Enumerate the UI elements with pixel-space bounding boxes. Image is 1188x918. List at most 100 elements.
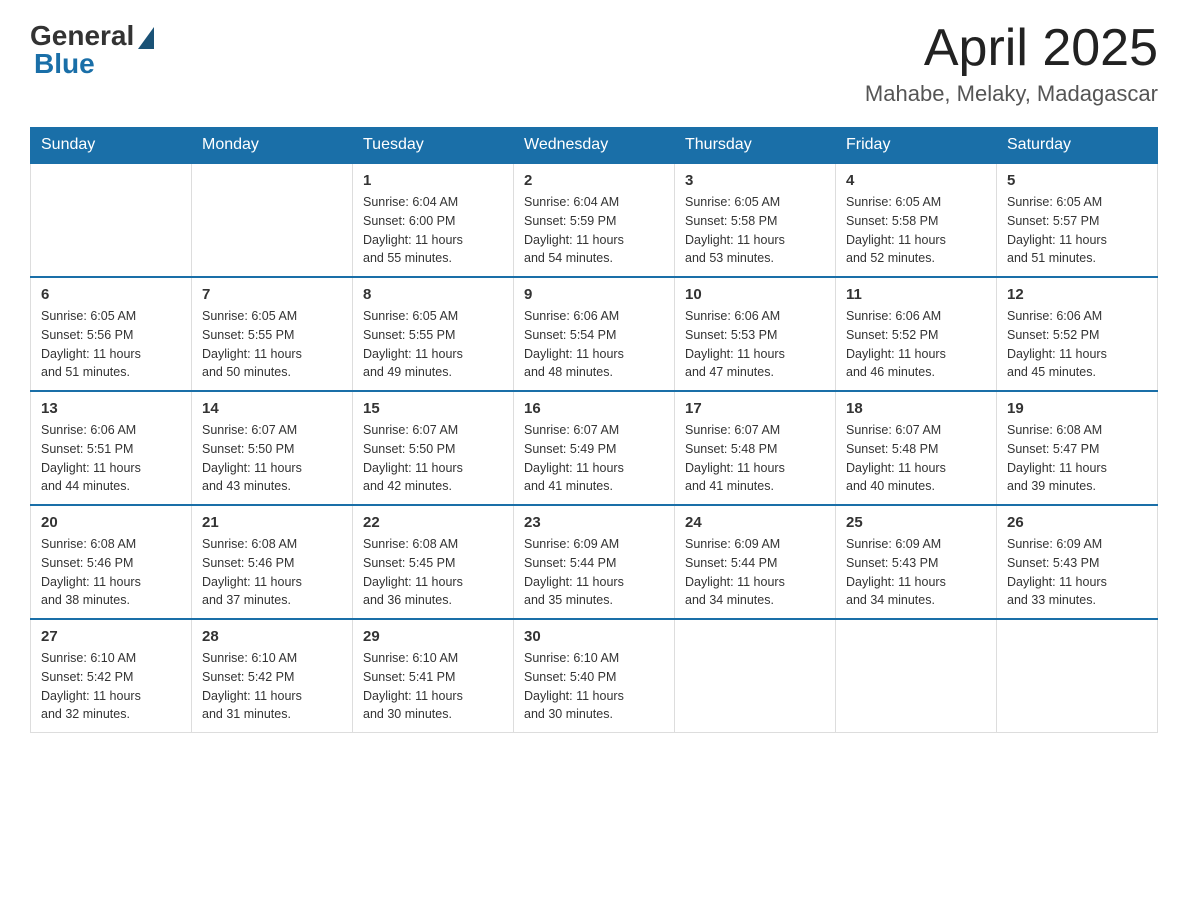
calendar-week-row: 20Sunrise: 6:08 AM Sunset: 5:46 PM Dayli… [31, 505, 1158, 619]
day-number: 22 [363, 514, 503, 531]
calendar-cell: 18Sunrise: 6:07 AM Sunset: 5:48 PM Dayli… [836, 391, 997, 505]
day-info: Sunrise: 6:07 AM Sunset: 5:49 PM Dayligh… [524, 421, 664, 496]
day-info: Sunrise: 6:06 AM Sunset: 5:54 PM Dayligh… [524, 307, 664, 382]
day-number: 26 [1007, 514, 1147, 531]
day-number: 29 [363, 628, 503, 645]
day-info: Sunrise: 6:10 AM Sunset: 5:40 PM Dayligh… [524, 649, 664, 724]
calendar-cell: 19 Sunrise: 6:08 AM Sunset: 5:47 PM Dayli… [997, 391, 1158, 505]
day-info: Sunrise: 6:08 AM Sunset: 5:45 PM Dayligh… [363, 535, 503, 610]
logo-triangle-icon [138, 27, 154, 49]
calendar-cell [675, 619, 836, 733]
calendar-cell: 22 Sunrise: 6:08 AM Sunset: 5:45 PM Dayli… [353, 505, 514, 619]
day-number: 8 [363, 286, 503, 303]
day-number: 14 [202, 400, 342, 417]
calendar-week-row: 27 Sunrise: 6:10 AM Sunset: 5:42 PM Dayli… [31, 619, 1158, 733]
calendar-cell: 3Sunrise: 6:05 AM Sunset: 5:58 PM Daylig… [675, 163, 836, 277]
day-info: Sunrise: 6:08 AM Sunset: 5:46 PM Dayligh… [202, 535, 342, 610]
calendar-week-row: 6 Sunrise: 6:05 AM Sunset: 5:56 PM Daylig… [31, 277, 1158, 391]
day-info: Sunrise: 6:04 AM Sunset: 5:59 PM Dayligh… [524, 193, 664, 268]
day-info: Sunrise: 6:10 AM Sunset: 5:41 PM Dayligh… [363, 649, 503, 724]
day-info: Sunrise: 6:05 AM Sunset: 5:57 PM Dayligh… [1007, 193, 1147, 268]
calendar-week-row: 13 Sunrise: 6:06 AM Sunset: 5:51 PM Dayli… [31, 391, 1158, 505]
day-info: Sunrise: 6:08 AM Sunset: 5:47 PM Dayligh… [1007, 421, 1147, 496]
day-info: Sunrise: 6:05 AM Sunset: 5:56 PM Dayligh… [41, 307, 181, 382]
day-number: 6 [41, 286, 181, 303]
day-info: Sunrise: 6:07 AM Sunset: 5:48 PM Dayligh… [846, 421, 986, 496]
day-number: 19 [1007, 400, 1147, 417]
calendar-cell: 9Sunrise: 6:06 AM Sunset: 5:54 PM Daylig… [514, 277, 675, 391]
day-info: Sunrise: 6:06 AM Sunset: 5:52 PM Dayligh… [1007, 307, 1147, 382]
calendar-cell: 30 Sunrise: 6:10 AM Sunset: 5:40 PM Dayli… [514, 619, 675, 733]
day-info: Sunrise: 6:09 AM Sunset: 5:44 PM Dayligh… [524, 535, 664, 610]
calendar-cell: 28Sunrise: 6:10 AM Sunset: 5:42 PM Dayli… [192, 619, 353, 733]
day-info: Sunrise: 6:08 AM Sunset: 5:46 PM Dayligh… [41, 535, 181, 610]
day-info: Sunrise: 6:05 AM Sunset: 5:55 PM Dayligh… [363, 307, 503, 382]
day-number: 21 [202, 514, 342, 531]
calendar-cell: 4 Sunrise: 6:05 AM Sunset: 5:58 PM Daylig… [836, 163, 997, 277]
title-block: April 2025 Mahabe, Melaky, Madagascar [865, 20, 1158, 107]
calendar-cell: 26 Sunrise: 6:09 AM Sunset: 5:43 PM Dayli… [997, 505, 1158, 619]
logo: General Blue [30, 20, 154, 80]
location-title: Mahabe, Melaky, Madagascar [865, 81, 1158, 107]
day-number: 16 [524, 400, 664, 417]
day-info: Sunrise: 6:09 AM Sunset: 5:44 PM Dayligh… [685, 535, 825, 610]
calendar-cell: 11 Sunrise: 6:06 AM Sunset: 5:52 PM Dayli… [836, 277, 997, 391]
calendar-table: SundayMondayTuesdayWednesdayThursdayFrid… [30, 127, 1158, 733]
calendar-cell [836, 619, 997, 733]
day-number: 27 [41, 628, 181, 645]
calendar-header-friday: Friday [836, 128, 997, 164]
day-number: 28 [202, 628, 342, 645]
day-info: Sunrise: 6:05 AM Sunset: 5:55 PM Dayligh… [202, 307, 342, 382]
day-info: Sunrise: 6:06 AM Sunset: 5:53 PM Dayligh… [685, 307, 825, 382]
calendar-cell: 14Sunrise: 6:07 AM Sunset: 5:50 PM Dayli… [192, 391, 353, 505]
calendar-cell: 7 Sunrise: 6:05 AM Sunset: 5:55 PM Daylig… [192, 277, 353, 391]
day-number: 1 [363, 172, 503, 189]
day-info: Sunrise: 6:07 AM Sunset: 5:50 PM Dayligh… [363, 421, 503, 496]
calendar-cell [997, 619, 1158, 733]
day-number: 3 [685, 172, 825, 189]
calendar-cell: 25Sunrise: 6:09 AM Sunset: 5:43 PM Dayli… [836, 505, 997, 619]
day-number: 13 [41, 400, 181, 417]
calendar-cell [31, 163, 192, 277]
day-info: Sunrise: 6:09 AM Sunset: 5:43 PM Dayligh… [846, 535, 986, 610]
day-info: Sunrise: 6:07 AM Sunset: 5:48 PM Dayligh… [685, 421, 825, 496]
calendar-cell: 12Sunrise: 6:06 AM Sunset: 5:52 PM Dayli… [997, 277, 1158, 391]
day-info: Sunrise: 6:05 AM Sunset: 5:58 PM Dayligh… [846, 193, 986, 268]
calendar-header-wednesday: Wednesday [514, 128, 675, 164]
day-number: 24 [685, 514, 825, 531]
calendar-header-saturday: Saturday [997, 128, 1158, 164]
calendar-cell: 17 Sunrise: 6:07 AM Sunset: 5:48 PM Dayli… [675, 391, 836, 505]
page-header: General Blue April 2025 Mahabe, Melaky, … [30, 20, 1158, 107]
day-number: 11 [846, 286, 986, 303]
day-info: Sunrise: 6:06 AM Sunset: 5:52 PM Dayligh… [846, 307, 986, 382]
day-number: 30 [524, 628, 664, 645]
calendar-cell: 20Sunrise: 6:08 AM Sunset: 5:46 PM Dayli… [31, 505, 192, 619]
calendar-cell: 23 Sunrise: 6:09 AM Sunset: 5:44 PM Dayli… [514, 505, 675, 619]
day-number: 10 [685, 286, 825, 303]
calendar-cell: 1Sunrise: 6:04 AM Sunset: 6:00 PM Daylig… [353, 163, 514, 277]
calendar-cell: 29 Sunrise: 6:10 AM Sunset: 5:41 PM Dayli… [353, 619, 514, 733]
calendar-cell: 8 Sunrise: 6:05 AM Sunset: 5:55 PM Daylig… [353, 277, 514, 391]
day-number: 2 [524, 172, 664, 189]
calendar-cell: 15 Sunrise: 6:07 AM Sunset: 5:50 PM Dayli… [353, 391, 514, 505]
calendar-header-monday: Monday [192, 128, 353, 164]
calendar-header-sunday: Sunday [31, 128, 192, 164]
calendar-cell: 5Sunrise: 6:05 AM Sunset: 5:57 PM Daylig… [997, 163, 1158, 277]
calendar-cell [192, 163, 353, 277]
day-number: 15 [363, 400, 503, 417]
day-number: 17 [685, 400, 825, 417]
day-number: 23 [524, 514, 664, 531]
day-info: Sunrise: 6:09 AM Sunset: 5:43 PM Dayligh… [1007, 535, 1147, 610]
calendar-header-thursday: Thursday [675, 128, 836, 164]
calendar-cell: 21 Sunrise: 6:08 AM Sunset: 5:46 PM Dayli… [192, 505, 353, 619]
calendar-cell: 10 Sunrise: 6:06 AM Sunset: 5:53 PM Dayli… [675, 277, 836, 391]
day-info: Sunrise: 6:06 AM Sunset: 5:51 PM Dayligh… [41, 421, 181, 496]
day-info: Sunrise: 6:10 AM Sunset: 5:42 PM Dayligh… [41, 649, 181, 724]
calendar-week-row: 1Sunrise: 6:04 AM Sunset: 6:00 PM Daylig… [31, 163, 1158, 277]
day-number: 4 [846, 172, 986, 189]
day-number: 7 [202, 286, 342, 303]
logo-blue-text: Blue [30, 48, 95, 80]
calendar-cell: 2 Sunrise: 6:04 AM Sunset: 5:59 PM Daylig… [514, 163, 675, 277]
calendar-header-tuesday: Tuesday [353, 128, 514, 164]
calendar-header-row: SundayMondayTuesdayWednesdayThursdayFrid… [31, 128, 1158, 164]
